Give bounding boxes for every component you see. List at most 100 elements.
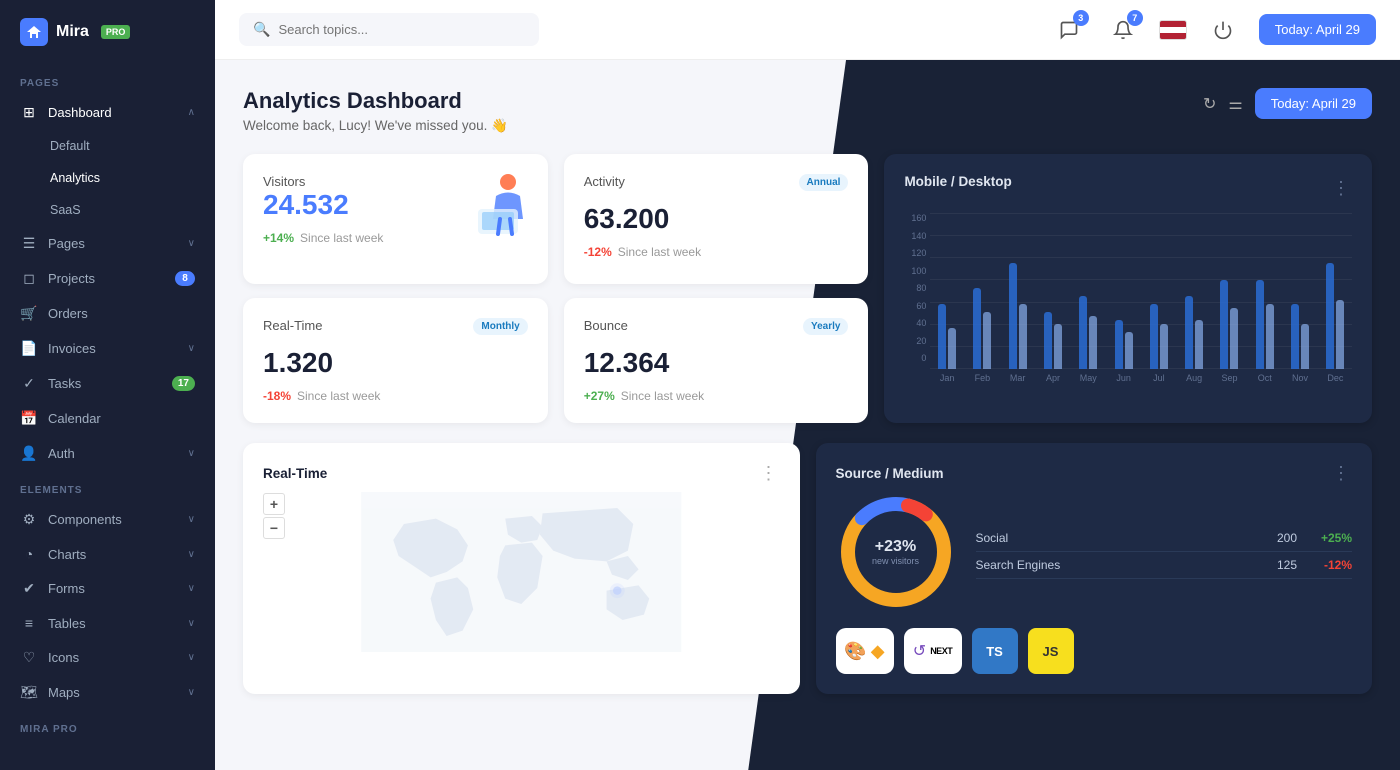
source-social-name: Social — [976, 531, 1248, 545]
header-date-button[interactable]: Today: April 29 — [1255, 88, 1372, 119]
realtime-map-more[interactable]: ⋮ — [760, 463, 780, 484]
sidebar-item-maps[interactable]: 🗺 Maps ∨ — [0, 675, 215, 710]
main-area: 🔍 3 7 Today: April 29 — [215, 0, 1400, 770]
realtime-badge: Monthly — [473, 318, 527, 335]
bar-month-label: Sep — [1213, 373, 1246, 383]
chat-button[interactable]: 3 — [1051, 12, 1087, 48]
source-table: Social 200 +25% Search Engines 125 -12% — [976, 525, 1353, 579]
sidebar-item-tasks[interactable]: ✓ Tasks 17 — [0, 366, 215, 401]
sidebar-item-icons[interactable]: ♡ Icons ∨ — [0, 640, 215, 675]
typescript-logo: TS — [972, 628, 1018, 674]
map-zoom-out[interactable]: − — [263, 517, 285, 539]
sidebar-item-tables[interactable]: ≡ Tables ∨ — [0, 606, 215, 640]
bar-group-feb — [966, 213, 999, 369]
bar-month-label: Dec — [1319, 373, 1352, 383]
realtime-since: Since last week — [297, 389, 380, 403]
sidebar-label-charts: Charts — [48, 547, 178, 562]
section-label-elements: ELEMENTS — [0, 471, 215, 502]
sidebar-label-dashboard: Dashboard — [48, 105, 178, 120]
bar-group-oct — [1248, 213, 1281, 369]
sidebar-label-analytics: Analytics — [50, 171, 195, 185]
sidebar-item-forms[interactable]: ✔ Forms ∨ — [0, 571, 215, 606]
mobile-bar — [948, 328, 956, 369]
components-icon: ⚙ — [20, 511, 38, 528]
source-medium-more[interactable]: ⋮ — [1332, 463, 1352, 484]
orders-icon: 🛒 — [20, 305, 38, 322]
bounce-change-pct: +27% — [584, 389, 615, 403]
tables-icon: ≡ — [20, 615, 38, 631]
mobile-desktop-more-icon[interactable]: ⋮ — [1332, 178, 1352, 199]
sidebar-item-orders[interactable]: 🛒 Orders — [0, 296, 215, 331]
redux-icon: ↺ — [913, 641, 926, 661]
sidebar-item-calendar[interactable]: 📅 Calendar — [0, 401, 215, 436]
sidebar-item-auth[interactable]: 👤 Auth ∨ — [0, 436, 215, 471]
auth-icon: 👤 — [20, 445, 38, 462]
source-row-search: Search Engines 125 -12% — [976, 552, 1353, 579]
language-flag[interactable] — [1159, 20, 1187, 40]
bar-month-label: Feb — [966, 373, 999, 383]
sidebar: Mira PRO PAGES ⊞ Dashboard ∧ Default Ana… — [0, 0, 215, 770]
chevron-pages-icon: ∨ — [188, 238, 195, 249]
sidebar-item-default[interactable]: Default — [0, 130, 215, 162]
donut-chart: +23% new visitors — [836, 492, 956, 612]
filter-icon[interactable]: ⚌ — [1228, 94, 1242, 114]
search-box[interactable]: 🔍 — [239, 13, 539, 46]
desktop-bar — [1256, 280, 1264, 369]
power-button[interactable] — [1205, 12, 1241, 48]
mobile-bar — [1125, 332, 1133, 369]
bar-month-label: Apr — [1036, 373, 1069, 383]
visitor-illustration — [458, 164, 538, 249]
bounce-badge: Yearly — [803, 318, 848, 335]
figma-icon: 🎨 — [844, 641, 866, 662]
sidebar-label-invoices: Invoices — [48, 341, 178, 356]
bar-month-label: Jan — [930, 373, 963, 383]
sidebar-item-components[interactable]: ⚙ Components ∨ — [0, 502, 215, 537]
sidebar-item-pages[interactable]: ☰ Pages ∨ — [0, 226, 215, 261]
source-search-name: Search Engines — [976, 558, 1248, 572]
map-zoom-in[interactable]: + — [263, 493, 285, 515]
source-medium-card: Source / Medium ⋮ — [816, 443, 1373, 694]
mobile-bar — [1160, 324, 1168, 369]
bar-month-label: Jun — [1107, 373, 1140, 383]
bottom-row: Real-Time ⋮ + − — [243, 443, 1372, 694]
refresh-icon[interactable]: ↻ — [1203, 94, 1216, 114]
bar-group-mar — [1001, 213, 1034, 369]
activity-label: Activity — [584, 174, 625, 189]
activity-value: 63.200 — [584, 203, 849, 235]
activity-badge: Annual — [799, 174, 849, 191]
donut-percentage: +23% — [872, 538, 919, 556]
desktop-bar — [1150, 304, 1158, 369]
figma-sketch-logo: 🎨 ◆ — [836, 628, 894, 674]
date-button[interactable]: Today: April 29 — [1259, 14, 1376, 45]
donut-subtitle: new visitors — [872, 556, 919, 566]
sidebar-label-tasks: Tasks — [48, 376, 162, 391]
chevron-icon: ∧ — [188, 107, 195, 118]
sidebar-label-forms: Forms — [48, 581, 178, 596]
realtime-map-title: Real-Time — [263, 466, 327, 481]
chevron-maps-icon: ∨ — [188, 687, 195, 698]
sidebar-item-dashboard[interactable]: ⊞ Dashboard ∧ — [0, 95, 215, 130]
bar-group-jul — [1142, 213, 1175, 369]
sidebar-item-projects[interactable]: ◻ Projects 8 — [0, 261, 215, 296]
logo[interactable]: Mira PRO — [0, 0, 215, 64]
source-social-value: 200 — [1257, 531, 1297, 545]
bar-group-may — [1072, 213, 1105, 369]
sidebar-item-charts[interactable]: ◔ Charts ∨ — [0, 537, 215, 571]
bell-button[interactable]: 7 — [1105, 12, 1141, 48]
bounce-since: Since last week — [621, 389, 704, 403]
sidebar-item-saas[interactable]: SaaS — [0, 194, 215, 226]
page-header: Analytics Dashboard Welcome back, Lucy! … — [243, 88, 1372, 134]
desktop-bar — [1079, 296, 1087, 369]
realtime-label: Real-Time — [263, 318, 322, 333]
desktop-bar — [973, 288, 981, 369]
activity-since: Since last week — [618, 245, 701, 259]
search-input[interactable] — [278, 22, 525, 37]
realtime-change: -18% Since last week — [263, 389, 528, 403]
bar-month-label: Jul — [1142, 373, 1175, 383]
sidebar-item-invoices[interactable]: 📄 Invoices ∨ — [0, 331, 215, 366]
sidebar-item-analytics[interactable]: Analytics — [0, 162, 215, 194]
forms-icon: ✔ — [20, 580, 38, 597]
desktop-bar — [1326, 263, 1334, 369]
sidebar-label-icons: Icons — [48, 650, 178, 665]
bar-group-aug — [1178, 213, 1211, 369]
